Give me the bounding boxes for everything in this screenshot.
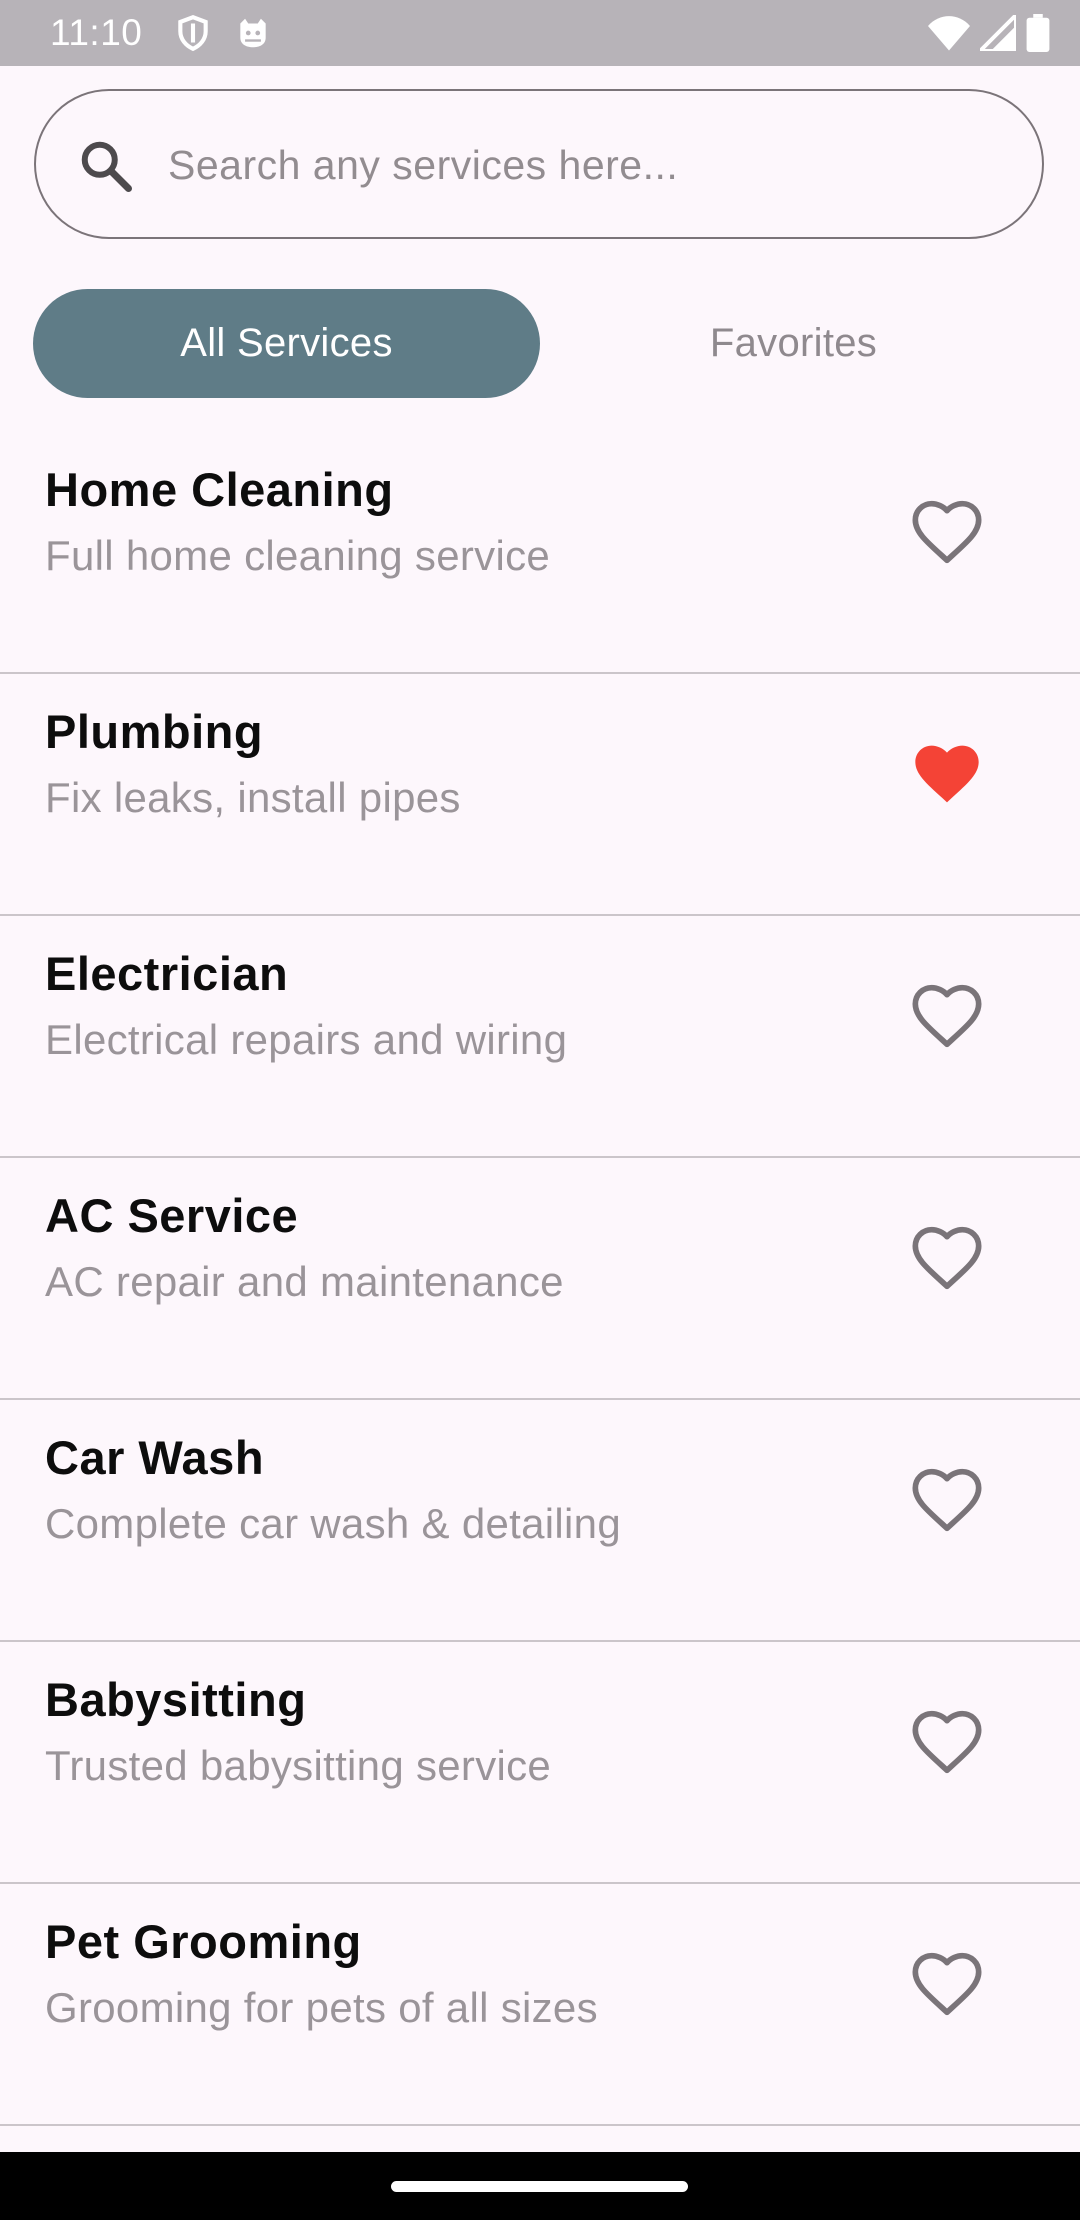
heart-outline-icon[interactable] <box>907 1218 987 1298</box>
service-title: Electrician <box>45 947 289 1000</box>
heart-outline-icon[interactable] <box>907 492 987 572</box>
home-indicator[interactable] <box>391 2181 688 2192</box>
heart-outline-icon[interactable] <box>907 976 987 1056</box>
search-icon <box>81 141 132 192</box>
wifi-icon <box>928 16 970 51</box>
heart-outline-icon[interactable] <box>907 1460 987 1540</box>
service-title: Plumbing <box>45 705 264 758</box>
list-item[interactable]: Pet Grooming Grooming for pets of all si… <box>0 1884 1080 2126</box>
service-description: Full home cleaning service <box>45 532 551 579</box>
tab-favorites[interactable]: Favorites <box>540 289 1047 398</box>
service-description: Electrical repairs and wiring <box>45 1016 568 1063</box>
status-bar: 11:10 <box>0 0 1080 66</box>
list-item[interactable]: Electrician Electrical repairs and wirin… <box>0 916 1080 1158</box>
battery-icon <box>1026 14 1050 52</box>
system-nav-bar <box>0 2152 1080 2220</box>
tab-favorites-label: Favorites <box>709 321 878 365</box>
list-item[interactable]: AC Service AC repair and maintenance <box>0 1158 1080 1400</box>
list-item[interactable]: Car Wash Complete car wash & detailing <box>0 1400 1080 1642</box>
service-title: Car Wash <box>45 1431 265 1484</box>
tab-all-services[interactable]: All Services <box>33 289 540 398</box>
service-description: Fix leaks, install pipes <box>45 774 461 821</box>
shield-icon <box>178 14 208 52</box>
status-right-icons <box>928 12 1050 54</box>
search-bar[interactable] <box>34 89 1044 239</box>
cat-face-icon <box>240 18 266 48</box>
service-list[interactable]: Home Cleaning Full home cleaning service… <box>0 432 1080 2152</box>
heart-outline-icon[interactable] <box>907 1702 987 1782</box>
status-time: 11:10 <box>50 12 143 53</box>
heart-filled-icon[interactable] <box>907 734 987 814</box>
service-title: Home Cleaning <box>45 463 394 516</box>
signal-icon <box>980 15 1016 51</box>
list-item[interactable]: Babysitting Trusted babysitting service <box>0 1642 1080 1884</box>
service-description: Grooming for pets of all sizes <box>45 1984 598 2031</box>
service-description: AC repair and maintenance <box>45 1258 564 1305</box>
tab-all-services-label: All Services <box>180 321 393 365</box>
service-title: AC Service <box>45 1189 299 1242</box>
heart-outline-icon[interactable] <box>907 1944 987 2024</box>
service-title: Babysitting <box>45 1673 307 1726</box>
list-item[interactable]: Home Cleaning Full home cleaning service <box>0 432 1080 674</box>
service-description: Complete car wash & detailing <box>45 1500 621 1547</box>
service-title: Pet Grooming <box>45 1915 362 1968</box>
search-input[interactable] <box>166 127 1010 203</box>
service-description: Trusted babysitting service <box>45 1742 552 1789</box>
list-item[interactable]: Plumbing Fix leaks, install pipes <box>0 674 1080 916</box>
